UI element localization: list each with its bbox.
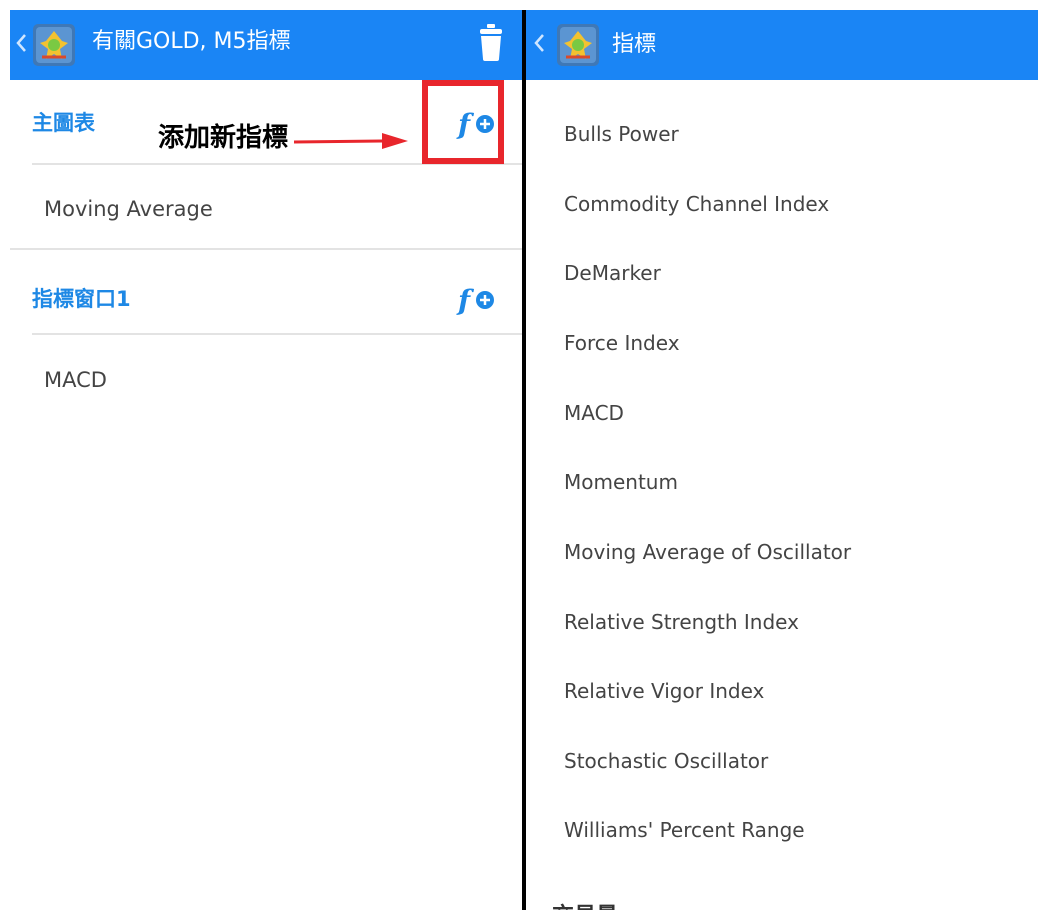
indicator-row-moving-average[interactable]: Moving Average xyxy=(44,197,213,221)
trash-icon[interactable] xyxy=(476,22,506,62)
svg-text:f: f xyxy=(456,284,475,316)
chevron-left-icon[interactable] xyxy=(12,26,30,60)
chart-indicators-panel: 有關GOLD, M5指標 主圖表 f Moving Average 指標窗口1 … xyxy=(10,10,522,910)
app-bar: 指標 xyxy=(526,10,1038,80)
indicator-list-panel: 指標 Bulls Power Commodity Channel Index D… xyxy=(526,10,1038,910)
indicator-window-title: 指標窗口1 xyxy=(32,287,131,311)
list-item[interactable]: MACD xyxy=(564,401,624,425)
list-item[interactable]: Commodity Channel Index xyxy=(564,192,829,216)
page-title: 指標 xyxy=(612,32,657,57)
list-item[interactable]: Bulls Power xyxy=(564,122,679,146)
main-chart-title: 主圖表 xyxy=(32,111,95,135)
annotation-highlight-box xyxy=(422,80,504,164)
metatrader-logo-icon[interactable] xyxy=(32,23,76,67)
list-item[interactable]: Stochastic Oscillator xyxy=(564,749,768,773)
indicator-row-macd[interactable]: MACD xyxy=(44,368,107,392)
divider xyxy=(32,333,522,335)
page-title: 有關GOLD, M5指標 xyxy=(92,29,291,54)
list-item[interactable]: DeMarker xyxy=(564,261,661,285)
app-bar: 有關GOLD, M5指標 xyxy=(10,10,522,80)
list-item[interactable]: Momentum xyxy=(564,470,678,494)
list-item[interactable]: Moving Average of Oscillator xyxy=(564,540,851,564)
metatrader-logo-icon[interactable] xyxy=(556,23,600,67)
list-item[interactable]: Force Index xyxy=(564,331,680,355)
add-indicator-annotation: 添加新指標 xyxy=(158,123,289,153)
list-item[interactable]: Relative Strength Index xyxy=(564,610,799,634)
add-indicator-icon[interactable]: f xyxy=(456,284,496,316)
indicator-window-section-header: 指標窗口1 f xyxy=(10,248,522,328)
chevron-left-icon[interactable] xyxy=(530,26,548,60)
list-item[interactable]: Relative Vigor Index xyxy=(564,679,764,703)
list-item[interactable]: Williams' Percent Range xyxy=(564,818,805,842)
arrow-right-icon xyxy=(293,130,410,152)
section-header-volume: 交易量 xyxy=(552,898,618,910)
